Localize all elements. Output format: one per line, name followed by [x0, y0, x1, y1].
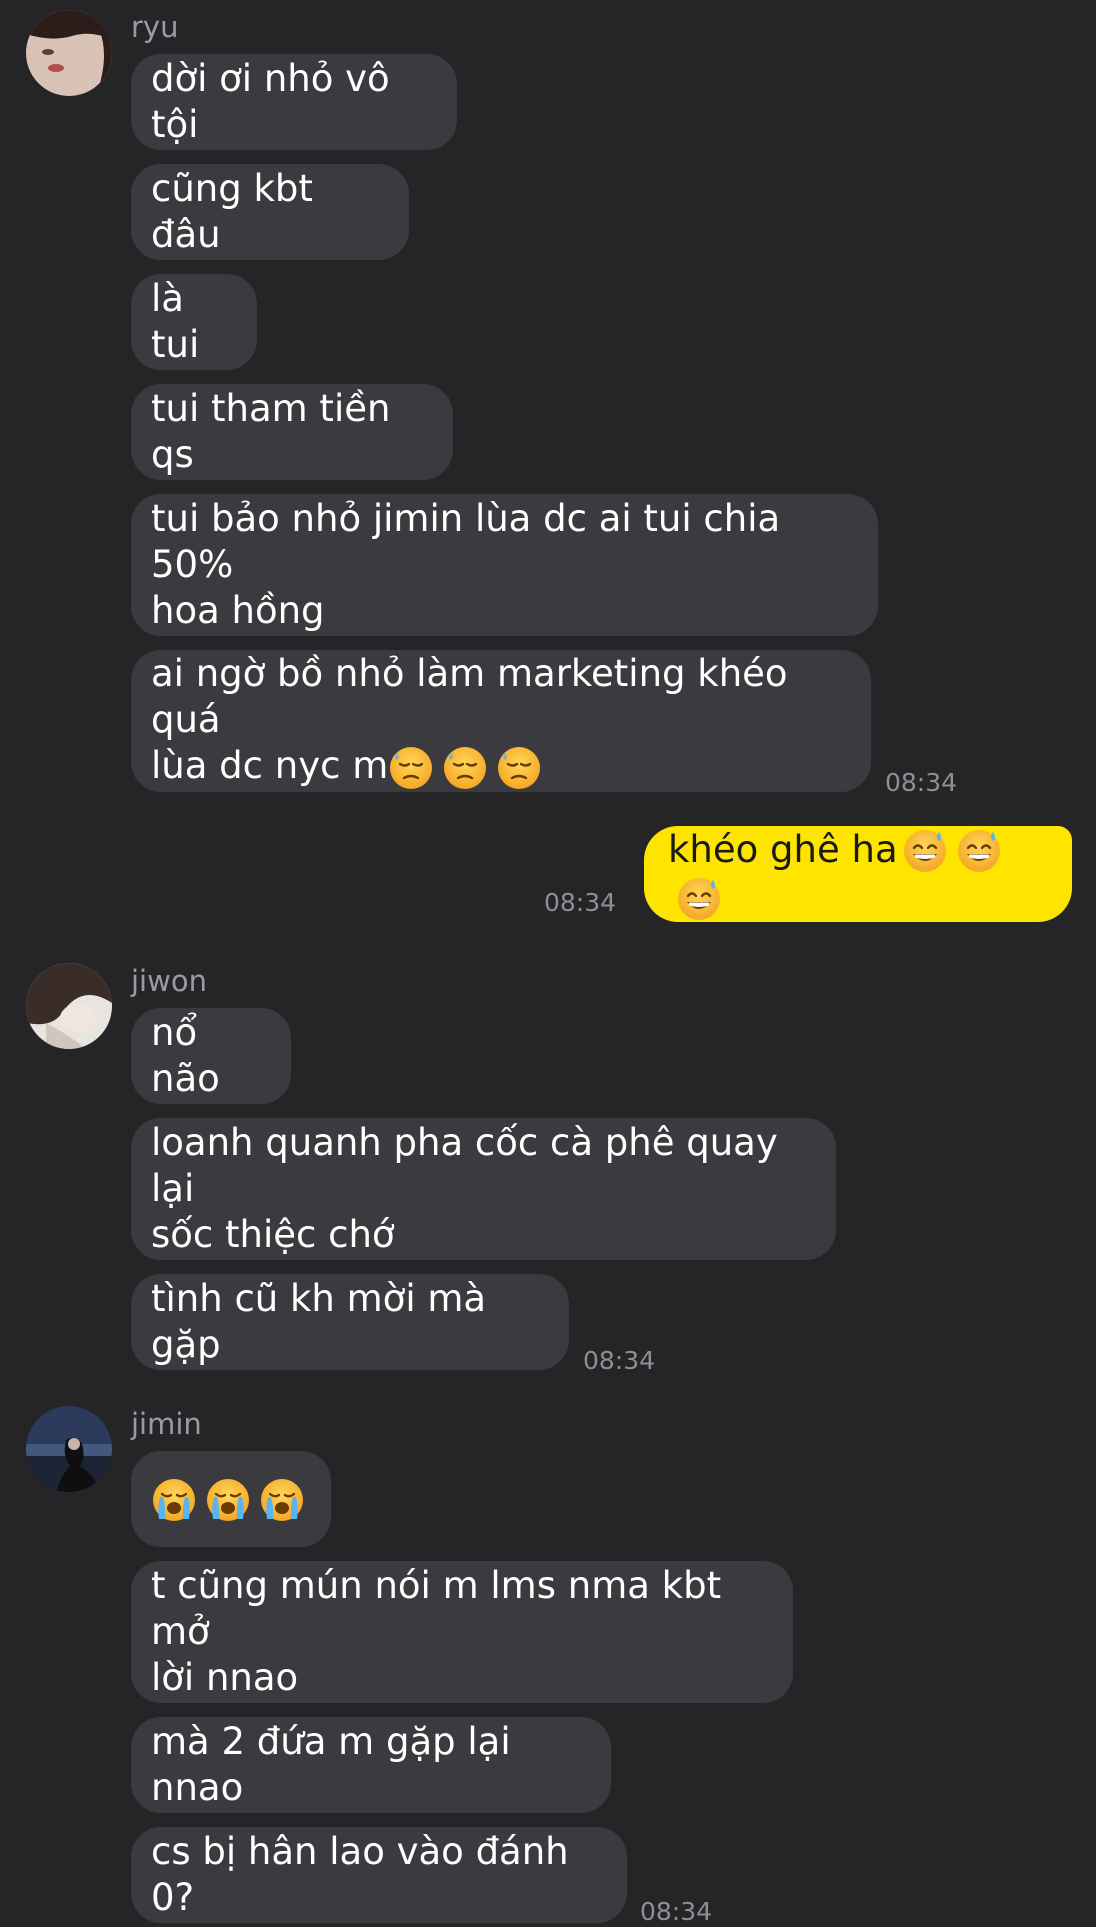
grinning-sweat-face-icon	[956, 828, 1002, 874]
timestamp: 08:34	[544, 888, 617, 917]
message-text: tui bảo nhỏ jimin lùa dc ai tui chia 50%…	[151, 497, 781, 632]
sender-name: ryu	[131, 10, 179, 44]
message-text: t cũng mún nói m lms nma kbt mở lời nnao	[151, 1564, 722, 1699]
downcast-sweat-face-icon	[442, 745, 488, 791]
message-bubble[interactable]: t cũng mún nói m lms nma kbt mở lời nnao	[131, 1561, 793, 1703]
message-bubble[interactable]: mà 2 đứa m gặp lại nnao	[131, 1717, 611, 1813]
message-bubble[interactable]: nổ não	[131, 1008, 291, 1104]
message-text: khéo ghê ha	[668, 827, 1048, 922]
message-text: ai ngờ bồ nhỏ làm marketing khéo quá lùa…	[151, 651, 851, 791]
message-bubble[interactable]	[131, 1451, 331, 1547]
avatar[interactable]	[26, 10, 112, 96]
message-text	[151, 1475, 305, 1523]
grinning-sweat-face-icon	[902, 828, 948, 874]
sender-name: jiwon	[131, 964, 207, 998]
loudly-crying-face-icon	[205, 1477, 251, 1523]
downcast-sweat-face-icon	[388, 745, 434, 791]
message-text: mà 2 đứa m gặp lại nnao	[151, 1720, 511, 1809]
message-bubble[interactable]: ai ngờ bồ nhỏ làm marketing khéo quá lùa…	[131, 650, 871, 792]
message-text: tui tham tiền qs	[151, 387, 391, 476]
message-text: cũng kbt đâu	[151, 167, 313, 256]
message-bubble[interactable]: cs bị hân lao vào đánh 0?	[131, 1827, 627, 1923]
chat-thread: ryu dời ơi nhỏ vô tội cũng kbt đâu là tu…	[0, 0, 1096, 1926]
grinning-sweat-face-icon	[676, 876, 722, 922]
timestamp: 08:34	[885, 768, 958, 797]
outgoing-message-bubble[interactable]: khéo ghê ha	[644, 826, 1072, 922]
loudly-crying-face-icon	[259, 1477, 305, 1523]
message-bubble[interactable]: tui bảo nhỏ jimin lùa dc ai tui chia 50%…	[131, 494, 878, 636]
message-bubble[interactable]: tình cũ kh mời mà gặp	[131, 1274, 569, 1370]
timestamp: 08:34	[640, 1897, 713, 1926]
message-bubble[interactable]: cũng kbt đâu	[131, 164, 409, 260]
message-text: là tui	[151, 277, 200, 366]
message-bubble[interactable]: tui tham tiền qs	[131, 384, 453, 480]
sender-name: jimin	[131, 1407, 202, 1441]
message-bubble[interactable]: loanh quanh pha cốc cà phê quay lại sốc …	[131, 1118, 836, 1260]
message-bubble[interactable]: là tui	[131, 274, 257, 370]
message-text: nổ não	[151, 1011, 220, 1100]
loudly-crying-face-icon	[151, 1477, 197, 1523]
timestamp: 08:34	[583, 1346, 656, 1375]
message-text: dời ơi nhỏ vô tội	[151, 57, 390, 146]
avatar[interactable]	[26, 963, 112, 1049]
downcast-sweat-face-icon	[496, 745, 542, 791]
avatar[interactable]	[26, 1406, 112, 1492]
message-bubble[interactable]: dời ơi nhỏ vô tội	[131, 54, 457, 150]
message-text: loanh quanh pha cốc cà phê quay lại sốc …	[151, 1121, 778, 1256]
message-text: cs bị hân lao vào đánh 0?	[151, 1830, 569, 1919]
message-text: tình cũ kh mời mà gặp	[151, 1277, 487, 1366]
